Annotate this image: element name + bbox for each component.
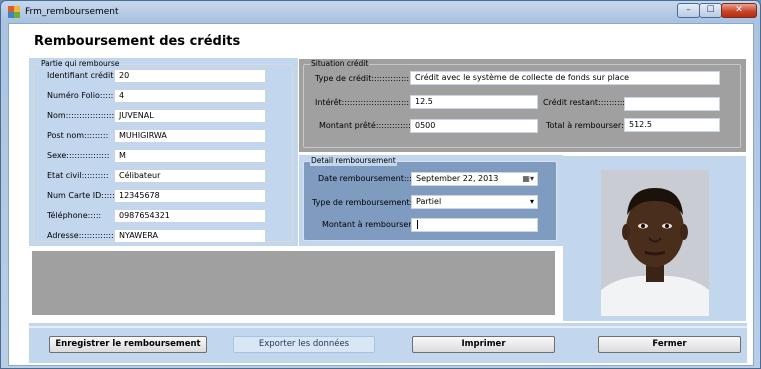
app-icon	[8, 6, 20, 18]
remaining-credit-field[interactable]	[624, 97, 720, 111]
repayment-type-value: Partiel	[416, 197, 442, 206]
form-heading: Remboursement des crédits	[34, 34, 241, 49]
export-data-button[interactable]: Exporter les données	[233, 336, 375, 353]
folio-number-label: Numéro Folio:::::	[47, 91, 114, 100]
repayment-detail-legend: Detail remboursement	[310, 156, 397, 166]
credit-situation-legend: Situation crédit	[310, 59, 370, 69]
total-repay-field[interactable]: 512.5	[624, 118, 720, 132]
debtor-panel: Partie qui rembourse Identifiant crédit:…	[29, 58, 298, 246]
repayment-date-label: Date remboursement::::::	[318, 174, 421, 183]
close-form-button[interactable]: Fermer	[598, 336, 741, 353]
loan-amount-field[interactable]: 0500	[410, 119, 538, 133]
phone-field[interactable]: 0987654321	[114, 209, 266, 223]
credit-type-label: Type de crédit::::::::::::::::	[315, 74, 415, 83]
debtor-legend: Partie qui rembourse	[40, 59, 121, 69]
id-card-field[interactable]: 12345678	[114, 189, 266, 203]
loan-amount-label: Montant prêté::::::::::::::::	[319, 121, 419, 130]
text-cursor	[417, 220, 418, 229]
chevron-down-icon[interactable]: ▾	[530, 196, 534, 208]
main-window: Frm_remboursement – ☐ ✕ Remboursement de…	[0, 0, 761, 369]
calendar-dropdown-icon[interactable]: ▦▾	[522, 173, 534, 185]
close-window-button[interactable]: ✕	[721, 3, 757, 18]
credit-type-field[interactable]: Crédit avec le système de collecte de fo…	[410, 71, 720, 85]
post-name-field[interactable]: MUHIGIRWA	[114, 129, 266, 143]
person-photo	[601, 170, 709, 316]
repayment-type-label: Type de remboursement::	[312, 198, 416, 207]
phone-label: Téléphone:::::	[47, 211, 102, 220]
civil-status-field[interactable]: Célibateur	[114, 169, 266, 183]
repayment-type-select[interactable]: Partiel ▾	[411, 195, 538, 209]
amount-to-repay-label: Montant à rembourser:::	[322, 220, 420, 229]
name-field[interactable]: JUVENAL	[114, 109, 266, 123]
remaining-credit-label: Crédit restant::::::::::::	[543, 98, 631, 107]
post-name-label: Post nom:::::::::	[47, 131, 109, 140]
credit-id-field[interactable]: 20	[114, 69, 266, 83]
title-bar[interactable]: Frm_remboursement – ☐ ✕	[1, 1, 760, 23]
empty-gray-area	[32, 251, 555, 315]
save-repayment-button[interactable]: Enregistrer le remboursement	[49, 336, 207, 353]
print-button[interactable]: Imprimer	[412, 336, 555, 353]
address-field[interactable]: NYAWERA	[114, 229, 266, 243]
maximize-button[interactable]: ☐	[699, 3, 722, 18]
sex-field[interactable]: M	[114, 149, 266, 163]
separator	[29, 326, 747, 328]
civil-status-label: Etat civil::::::::::	[47, 171, 109, 180]
credit-situation-panel: Situation crédit Type de crédit:::::::::…	[299, 59, 746, 152]
form-client-area: Remboursement des crédits Partie qui rem…	[8, 23, 754, 366]
address-label: Adresse:::::::::::::	[47, 231, 114, 240]
amount-to-repay-input[interactable]	[411, 218, 538, 232]
window-title: Frm_remboursement	[25, 7, 119, 17]
photo-panel	[563, 156, 746, 321]
interest-field[interactable]: 12.5	[410, 95, 538, 109]
interest-label: Intérêt:::::::::::::::::::::::::::::	[315, 98, 420, 107]
id-card-label: Num Carte ID:::::	[47, 191, 115, 200]
sex-label: Sexe::::::::::::::::	[47, 151, 110, 160]
total-repay-label: Total à rembourser::::	[546, 121, 632, 130]
repayment-detail-panel: Detail remboursement Date remboursement:…	[299, 155, 563, 246]
person-photo-image	[601, 170, 709, 316]
folio-number-field[interactable]: 4	[114, 89, 266, 103]
name-label: Nom::::::::::::::::::	[47, 111, 115, 120]
minimize-button[interactable]: –	[677, 3, 700, 18]
repayment-date-value: September 22, 2013	[416, 174, 499, 183]
repayment-date-picker[interactable]: September 22, 2013 ▦▾	[411, 172, 538, 186]
